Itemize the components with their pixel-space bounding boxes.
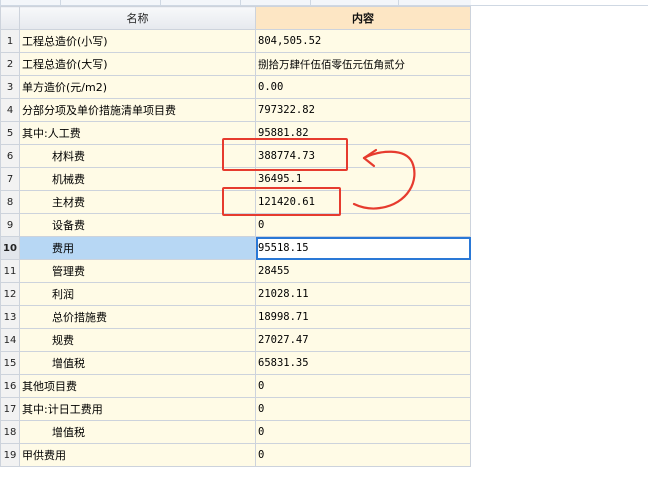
annotation-box-material-fee — [222, 138, 348, 171]
row-number[interactable]: 5 — [0, 121, 20, 145]
row-name-cell[interactable]: 主材费 — [19, 190, 256, 214]
column-header-name[interactable]: 名称 — [19, 6, 256, 30]
row-value-cell[interactable]: 95518.15 — [255, 236, 471, 260]
annotation-arrow-icon — [352, 148, 416, 210]
row-number[interactable]: 19 — [0, 443, 20, 467]
row-name-cell[interactable]: 单方造价(元/m2) — [19, 75, 256, 99]
tab-strip-segment[interactable] — [240, 0, 311, 5]
row-value-cell[interactable]: 27027.47 — [255, 328, 471, 352]
row-name-cell[interactable]: 材料费 — [19, 144, 256, 168]
row-number[interactable]: 13 — [0, 305, 20, 329]
tab-strip-segment[interactable] — [60, 0, 161, 5]
row-number[interactable]: 4 — [0, 98, 20, 122]
grid-header-row: 名称 内容 — [0, 6, 471, 30]
row-number[interactable]: 17 — [0, 397, 20, 421]
table-row[interactable]: 18 增值税 0 — [0, 420, 471, 444]
row-value-cell[interactable]: 0 — [255, 443, 471, 467]
row-name-cell[interactable]: 机械费 — [19, 167, 256, 191]
annotation-box-main-material-fee — [222, 187, 341, 216]
row-name-cell[interactable]: 其他项目费 — [19, 374, 256, 398]
row-value-cell[interactable]: 0 — [255, 374, 471, 398]
table-row[interactable]: 1 工程总造价(小写) 804,505.52 — [0, 29, 471, 53]
row-value-cell[interactable]: 797322.82 — [255, 98, 471, 122]
row-value-cell[interactable]: 28455 — [255, 259, 471, 283]
row-number-header[interactable] — [0, 6, 20, 30]
row-name-cell[interactable]: 工程总造价(小写) — [19, 29, 256, 53]
row-number[interactable]: 12 — [0, 282, 20, 306]
row-name-cell[interactable]: 设备费 — [19, 213, 256, 237]
row-name-cell[interactable]: 增值税 — [19, 351, 256, 375]
row-number[interactable]: 18 — [0, 420, 20, 444]
row-name-cell[interactable]: 工程总造价(大写) — [19, 52, 256, 76]
row-name-cell[interactable]: 管理费 — [19, 259, 256, 283]
row-name-cell[interactable]: 利润 — [19, 282, 256, 306]
row-number[interactable]: 6 — [0, 144, 20, 168]
row-name-cell[interactable]: 其中:人工费 — [19, 121, 256, 145]
table-row[interactable]: 4 分部分项及单价措施清单项目费 797322.82 — [0, 98, 471, 122]
grid-body: 1 工程总造价(小写) 804,505.52 2 工程总造价(大写) 捌拾万肆仟伍佰零伍元… — [0, 29, 471, 467]
table-row[interactable]: 3 单方造价(元/m2) 0.00 — [0, 75, 471, 99]
table-row[interactable]: 11 管理费 28455 — [0, 259, 471, 283]
row-number[interactable]: 7 — [0, 167, 20, 191]
row-value-cell[interactable]: 捌拾万肆仟伍佰零伍元伍角贰分 — [255, 52, 471, 76]
row-name-cell[interactable]: 分部分项及单价措施清单项目费 — [19, 98, 256, 122]
tab-strip-segment[interactable] — [398, 0, 471, 5]
row-name-cell[interactable]: 规费 — [19, 328, 256, 352]
cost-summary-grid: 名称 内容 1 工程总造价(小写) 804,505.52 2 工程总造价(大写) 捌拾万肆… — [0, 6, 471, 467]
row-value-cell[interactable]: 0.00 — [255, 75, 471, 99]
table-row[interactable]: 14 规费 27027.47 — [0, 328, 471, 352]
row-number[interactable]: 15 — [0, 351, 20, 375]
table-row[interactable]: 12 利润 21028.11 — [0, 282, 471, 306]
row-number[interactable]: 2 — [0, 52, 20, 76]
row-name-cell[interactable]: 费用 — [19, 236, 256, 260]
row-value-cell[interactable]: 0 — [255, 397, 471, 421]
table-row[interactable]: 16 其他项目费 0 — [0, 374, 471, 398]
row-value-cell[interactable]: 18998.71 — [255, 305, 471, 329]
row-value-cell[interactable]: 804,505.52 — [255, 29, 471, 53]
tab-strip-segment[interactable] — [160, 0, 241, 5]
row-value-cell[interactable]: 0 — [255, 420, 471, 444]
row-number[interactable]: 3 — [0, 75, 20, 99]
table-row[interactable]: 2 工程总造价(大写) 捌拾万肆仟伍佰零伍元伍角贰分 — [0, 52, 471, 76]
row-number[interactable]: 10 — [0, 236, 20, 260]
row-name-cell[interactable]: 其中:计日工费用 — [19, 397, 256, 421]
row-number[interactable]: 11 — [0, 259, 20, 283]
row-value-cell[interactable]: 21028.11 — [255, 282, 471, 306]
tab-strip-segment[interactable] — [310, 0, 399, 5]
row-number[interactable]: 16 — [0, 374, 20, 398]
row-name-cell[interactable]: 增值税 — [19, 420, 256, 444]
table-row[interactable]: 10 费用 95518.15 — [0, 236, 471, 260]
row-name-cell[interactable]: 甲供费用 — [19, 443, 256, 467]
table-row[interactable]: 13 总价措施费 18998.71 — [0, 305, 471, 329]
row-number[interactable]: 14 — [0, 328, 20, 352]
row-name-cell[interactable]: 总价措施费 — [19, 305, 256, 329]
column-header-content[interactable]: 内容 — [255, 6, 471, 30]
tab-strip-segment[interactable] — [0, 0, 61, 5]
table-row[interactable]: 15 增值税 65831.35 — [0, 351, 471, 375]
row-number[interactable]: 9 — [0, 213, 20, 237]
row-value-cell[interactable]: 65831.35 — [255, 351, 471, 375]
table-row[interactable]: 19 甲供费用 0 — [0, 443, 471, 467]
table-row[interactable]: 17 其中:计日工费用 0 — [0, 397, 471, 421]
row-number[interactable]: 1 — [0, 29, 20, 53]
row-number[interactable]: 8 — [0, 190, 20, 214]
